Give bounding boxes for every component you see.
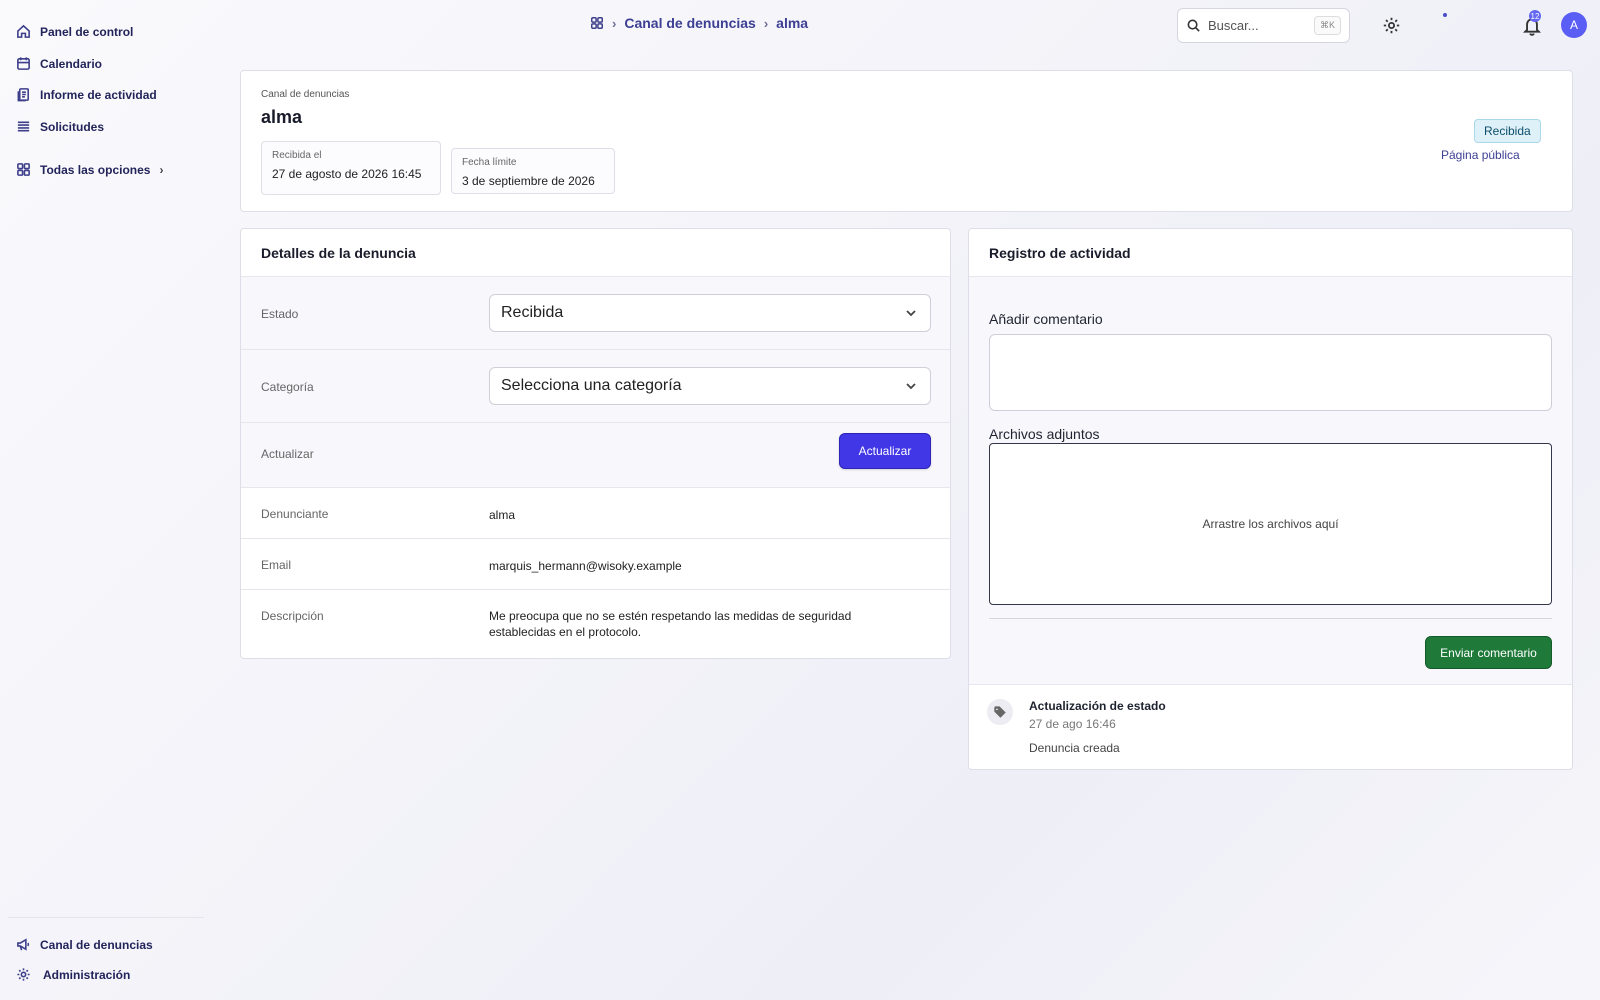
status-badge: Recibida bbox=[1474, 119, 1541, 143]
search-input[interactable]: Buscar... ⌘K bbox=[1177, 8, 1350, 43]
comment-label: Añadir comentario bbox=[989, 311, 1103, 327]
sidebar: Panel de control Calendario Informe de a… bbox=[0, 0, 210, 1000]
sidebar-item-whistleblowing[interactable]: Canal de denuncias bbox=[16, 937, 153, 952]
notification-badge: 12 bbox=[1529, 10, 1541, 22]
avatar[interactable]: A bbox=[1561, 12, 1587, 38]
reporter-value: alma bbox=[489, 508, 516, 522]
deadline-label: Fecha límite bbox=[462, 157, 517, 168]
sidebar-divider bbox=[8, 917, 204, 918]
calendar-icon bbox=[17, 57, 30, 70]
log-entry-title: Actualización de estado bbox=[1029, 699, 1166, 713]
sidebar-item-label: Canal de denuncias bbox=[40, 937, 153, 952]
activity-log-card: Registro de actividad Añadir comentario … bbox=[968, 228, 1573, 770]
details-title: Detalles de la denuncia bbox=[241, 229, 950, 277]
sidebar-item-label: Solicitudes bbox=[40, 119, 105, 134]
activity-title: Registro de actividad bbox=[969, 229, 1572, 277]
sidebar-item-label: Informe de actividad bbox=[40, 87, 157, 102]
sidebar-item-activity-report[interactable]: Informe de actividad bbox=[16, 87, 157, 102]
deadline-date-box: Fecha límite 3 de septiembre de 2026 bbox=[451, 148, 615, 194]
status-select-value: Recibida bbox=[501, 304, 564, 321]
description-value: Me preocupa que no se estén respetando l… bbox=[489, 609, 852, 639]
chevron-right-icon: › bbox=[159, 162, 164, 177]
log-entry-time: 27 de ago 16:46 bbox=[1029, 717, 1116, 731]
megaphone-icon bbox=[17, 938, 30, 951]
sidebar-item-label: Calendario bbox=[40, 56, 103, 71]
sidebar-item-requests[interactable]: Solicitudes bbox=[16, 119, 104, 134]
breadcrumb-current[interactable]: alma bbox=[776, 15, 808, 31]
chevron-down-icon bbox=[906, 310, 916, 317]
category-select[interactable]: Selecciona una categoría bbox=[489, 367, 931, 405]
category-row: Categoría Selecciona una categoría bbox=[241, 350, 950, 423]
deadline-value: 3 de septiembre de 2026 bbox=[462, 174, 595, 188]
send-comment-button[interactable]: Enviar comentario bbox=[1425, 636, 1552, 669]
email-label: Email bbox=[261, 558, 292, 572]
log-entry-text: Denuncia creada bbox=[1029, 741, 1120, 755]
chevron-down-icon bbox=[906, 383, 916, 390]
grid-icon[interactable] bbox=[590, 16, 604, 30]
breadcrumb: › Canal de denuncias › alma bbox=[590, 15, 808, 31]
public-page-link[interactable]: Página pública bbox=[1441, 148, 1520, 162]
status-row: Estado Recibida bbox=[241, 277, 950, 350]
email-row: Email marquis_hermann@wisoky.example bbox=[241, 539, 950, 590]
update-row: Actualizar Actualizar bbox=[241, 423, 950, 488]
description-row: Descripción Me preocupa que no se estén … bbox=[241, 590, 950, 659]
dropzone-text: Arrastre los archivos aquí bbox=[1202, 517, 1339, 531]
attachments-label: Archivos adjuntos bbox=[989, 426, 1100, 442]
page-title: alma bbox=[261, 107, 303, 127]
chevron-right-icon: › bbox=[763, 15, 769, 31]
chevron-right-icon: › bbox=[612, 15, 617, 31]
report-header-card: Canal de denuncias alma Recibida el 27 d… bbox=[240, 70, 1573, 212]
gear-icon bbox=[17, 968, 30, 981]
received-value: 27 de agosto de 2026 16:45 bbox=[272, 167, 422, 181]
search-shortcut: ⌘K bbox=[1313, 16, 1341, 35]
search-placeholder: Buscar... bbox=[1208, 18, 1259, 33]
settings-button[interactable] bbox=[1380, 14, 1402, 36]
update-label: Actualizar bbox=[261, 447, 314, 461]
sidebar-item-all-options[interactable]: Todas las opciones › bbox=[16, 162, 163, 177]
comment-form: Añadir comentario Archivos adjuntos Arra… bbox=[969, 277, 1572, 685]
search-icon bbox=[1187, 19, 1200, 32]
status-select[interactable]: Recibida bbox=[489, 294, 931, 332]
reporter-row: Denunciante alma bbox=[241, 488, 950, 539]
gear-icon bbox=[1383, 17, 1399, 33]
email-value: marquis_hermann@wisoky.example bbox=[489, 559, 682, 573]
header-caption: Canal de denuncias bbox=[261, 89, 350, 100]
sidebar-item-label: Todas las opciones bbox=[40, 162, 151, 177]
sidebar-item-administration[interactable]: Administración bbox=[16, 967, 130, 982]
grid-icon bbox=[17, 163, 30, 176]
report-details-card: Detalles de la denuncia Estado Recibida … bbox=[240, 228, 951, 659]
form-divider bbox=[989, 618, 1552, 619]
description-label: Descripción bbox=[261, 609, 324, 623]
received-label: Recibida el bbox=[272, 150, 322, 161]
received-date-box: Recibida el 27 de agosto de 2026 16:45 bbox=[261, 141, 441, 195]
reporter-label: Denunciante bbox=[261, 507, 329, 521]
comment-textarea[interactable] bbox=[989, 334, 1552, 411]
tag-icon bbox=[987, 699, 1013, 725]
report-icon bbox=[17, 88, 29, 102]
sidebar-item-label: Administración bbox=[43, 967, 131, 982]
category-select-value: Selecciona una categoría bbox=[501, 377, 682, 394]
sidebar-item-calendar[interactable]: Calendario bbox=[16, 56, 102, 71]
status-label: Estado bbox=[261, 307, 299, 321]
category-label: Categoría bbox=[261, 380, 314, 394]
list-icon bbox=[17, 121, 30, 132]
status-dot bbox=[1443, 13, 1447, 17]
topbar: › Canal de denuncias › alma Buscar... ⌘K… bbox=[0, 0, 1600, 50]
breadcrumb-item[interactable]: Canal de denuncias bbox=[624, 15, 755, 31]
file-dropzone[interactable]: Arrastre los archivos aquí bbox=[989, 443, 1552, 605]
update-button[interactable]: Actualizar bbox=[839, 433, 931, 469]
